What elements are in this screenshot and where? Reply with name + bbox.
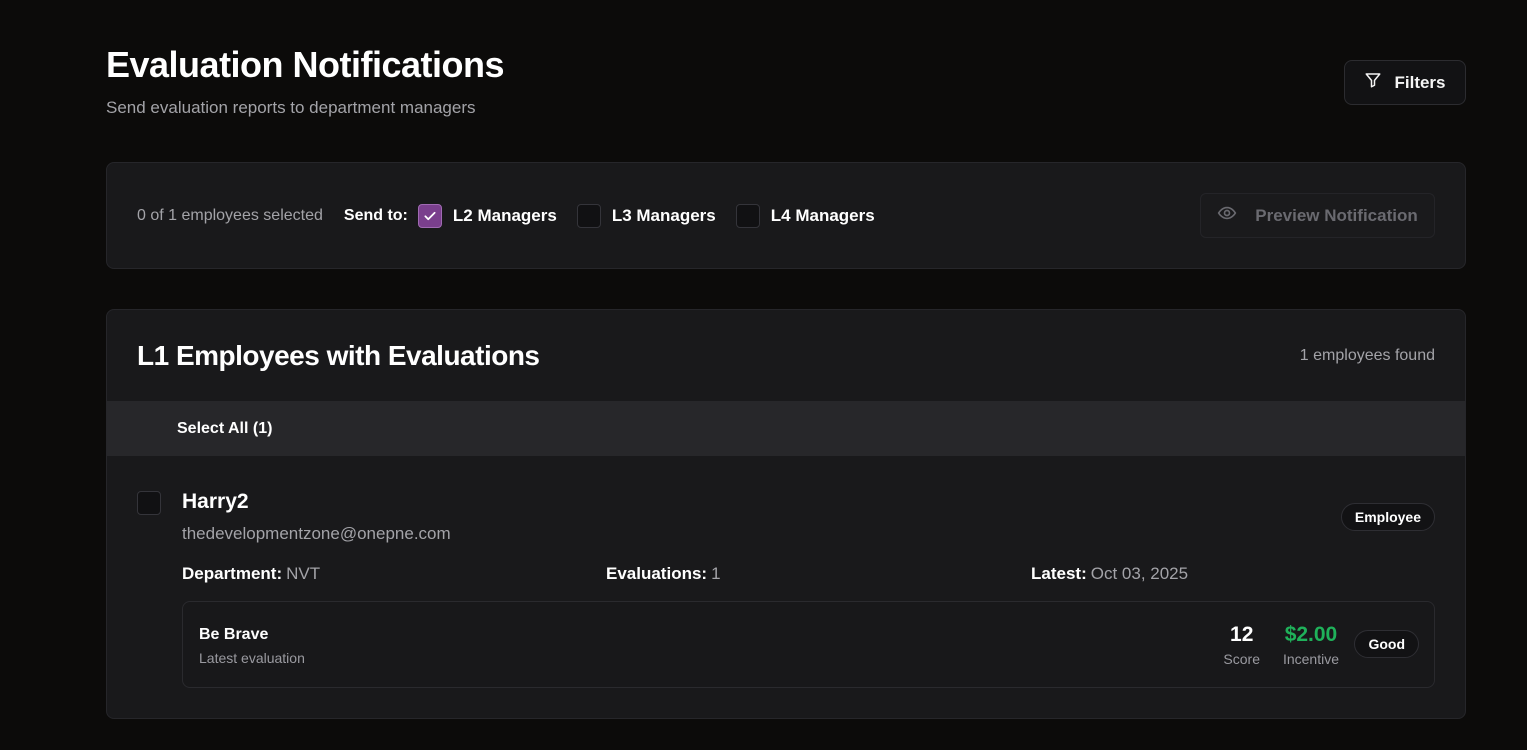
page-title: Evaluation Notifications [106, 44, 505, 85]
send-to-label: Send to: [343, 206, 408, 224]
incentive-label: Incentive [1282, 651, 1339, 667]
employees-card: L1 Employees with Evaluations 1 employee… [106, 309, 1466, 719]
l3-managers-checkbox[interactable] [576, 203, 601, 228]
role-badge: Employee [1340, 503, 1435, 531]
filters-button[interactable]: Filters [1344, 60, 1466, 105]
incentive-value: $2.00 [1284, 623, 1338, 646]
latest-label: Latest: [1031, 564, 1087, 583]
score-value: 12 [1230, 623, 1254, 646]
employee-row: Harry2 thedevelopmentzone@onepne.com Emp… [107, 456, 1465, 718]
evaluation-score: 12 Score [1223, 622, 1260, 667]
selected-count: 0 of 1 employees selected [137, 206, 323, 224]
preview-notification-label: Preview Notification [1255, 205, 1418, 225]
page-subtitle: Send evaluation reports to department ma… [106, 98, 476, 117]
latest-value: Oct 03, 2025 [1090, 564, 1189, 583]
evaluations-label: Evaluations: [606, 564, 708, 583]
l2-managers-option[interactable]: L2 Managers [417, 203, 557, 228]
employees-found-count: 1 employees found [1299, 346, 1435, 364]
evaluation-name: Be Brave [199, 626, 269, 643]
l4-managers-option[interactable]: L4 Managers [735, 203, 875, 228]
employee-checkbox[interactable] [137, 491, 161, 515]
l2-managers-label: L2 Managers [452, 205, 557, 225]
eye-icon [1217, 203, 1237, 228]
filter-icon [1364, 71, 1382, 94]
department-value: NVT [286, 564, 321, 583]
evaluation-incentive: $2.00 Incentive [1283, 622, 1339, 667]
evaluations-value: 1 [711, 564, 721, 583]
evaluation-subtitle: Latest evaluation [199, 650, 305, 666]
select-all-bar: Select All (1) [107, 401, 1465, 456]
department-label: Department: [182, 564, 283, 583]
rating-badge: Good [1354, 630, 1419, 658]
employee-email: thedevelopmentzone@onepne.com [182, 524, 451, 543]
score-label: Score [1223, 651, 1260, 667]
employee-department: Department: NVT [182, 564, 320, 584]
employee-name: Harry2 [182, 490, 249, 513]
page-header: Evaluation Notifications Send evaluation… [106, 42, 1466, 122]
employees-title: L1 Employees with Evaluations [137, 339, 540, 371]
select-all-button[interactable]: Select All (1) [177, 420, 272, 438]
l2-managers-checkbox[interactable] [417, 203, 442, 228]
notification-controls: 0 of 1 employees selected Send to: L2 Ma… [106, 162, 1466, 269]
check-icon [424, 211, 436, 220]
filters-label: Filters [1394, 72, 1446, 92]
page: Evaluation Notifications Send evaluation… [0, 0, 1527, 750]
latest-evaluation-card: Be Brave Latest evaluation 12 Score $2.0… [182, 601, 1435, 688]
l3-managers-label: L3 Managers [611, 205, 716, 225]
l4-managers-checkbox[interactable] [735, 203, 760, 228]
l3-managers-option[interactable]: L3 Managers [576, 203, 716, 228]
preview-notification-button[interactable]: Preview Notification [1200, 193, 1435, 238]
employees-header: L1 Employees with Evaluations 1 employee… [107, 310, 1465, 401]
l4-managers-label: L4 Managers [770, 205, 875, 225]
employee-latest: Latest: Oct 03, 2025 [1031, 564, 1188, 584]
employee-evaluations: Evaluations: 1 [606, 564, 721, 584]
